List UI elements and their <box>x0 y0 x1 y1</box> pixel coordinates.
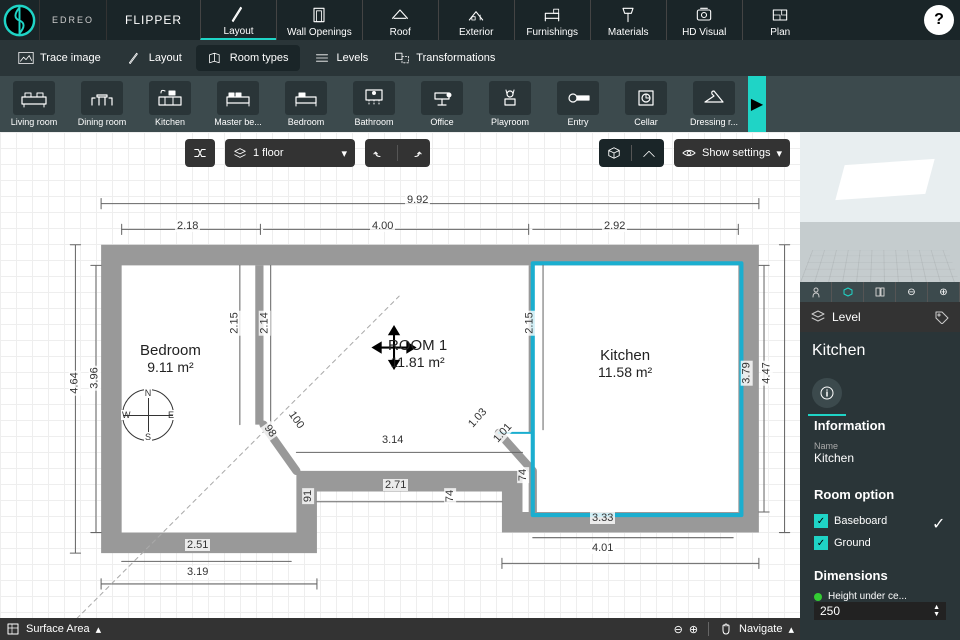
opt-extra-2[interactable] <box>932 536 946 550</box>
redo-icon <box>408 146 422 160</box>
room-label-bedroom: Bedroom 9.11 m² <box>140 342 201 375</box>
opt-baseboard[interactable]: ✓Baseboard <box>814 514 887 528</box>
tab-trace-image[interactable]: Trace image <box>6 45 113 71</box>
undo-redo[interactable] <box>365 139 430 167</box>
preview-3d[interactable] <box>800 132 960 282</box>
roomtype-dressing-room[interactable]: Dressing r... <box>680 76 748 132</box>
nav-hd-visual[interactable]: HD Visual <box>666 0 742 40</box>
info-tab[interactable] <box>812 378 842 408</box>
roomtype-living-room[interactable]: Living room <box>0 76 68 132</box>
eye-icon <box>682 146 696 160</box>
room-label-room1: ROOM 1 11.81 m² <box>388 337 447 370</box>
compass: N S W E <box>122 389 174 441</box>
roomtype-playroom[interactable]: Playroom <box>476 76 544 132</box>
opt-extra-1[interactable]: ✓ <box>932 514 946 528</box>
roomtype-bedroom[interactable]: Bedroom <box>272 76 340 132</box>
show-settings[interactable]: Show settings▾ <box>674 139 790 167</box>
level-icon <box>810 310 826 324</box>
floorplan-canvas[interactable]: 1 floor ▾ Show settings▾ <box>0 132 800 640</box>
room-types-bar: Living room Dining room Kitchen Master b… <box>0 76 960 132</box>
tab-transformations[interactable]: Transformations <box>382 45 507 71</box>
roomtype-bathroom[interactable]: Bathroom <box>340 76 408 132</box>
nav-layout[interactable]: Layout <box>200 0 276 40</box>
help-button[interactable]: ? <box>924 5 954 35</box>
hand-icon[interactable] <box>719 622 733 636</box>
tab-layout[interactable]: Layout <box>115 45 194 71</box>
zoom-in-button[interactable]: ⊕ <box>928 282 960 302</box>
brand-name: EDREO <box>40 0 107 40</box>
tab-room-types[interactable]: Room types <box>196 45 301 71</box>
roomtype-cellar[interactable]: Cellar <box>612 76 680 132</box>
roomtype-entry[interactable]: Entry <box>544 76 612 132</box>
panel-header: Level <box>800 302 960 332</box>
selected-room-name: Kitchen <box>800 332 960 370</box>
nav-materials[interactable]: Materials <box>590 0 666 40</box>
nav-plan[interactable]: Plan <box>742 0 818 40</box>
undo-icon <box>373 146 387 160</box>
shuffle-button[interactable] <box>185 139 215 167</box>
view-tool-3[interactable] <box>864 282 896 302</box>
surface-icon <box>6 622 20 636</box>
surface-area-label[interactable]: Surface Area <box>26 623 90 635</box>
scroll-right-button[interactable]: ▶ <box>748 76 766 132</box>
roomtype-dining-room[interactable]: Dining room <box>68 76 136 132</box>
roomtype-kitchen[interactable]: Kitchen <box>136 76 204 132</box>
logo[interactable] <box>0 0 40 40</box>
tab-levels[interactable]: Levels <box>302 45 380 71</box>
floorplan-svg <box>60 142 800 635</box>
room-name-value[interactable]: Kitchen <box>814 451 946 465</box>
zoom-in-icon[interactable]: ⊕ <box>689 623 698 636</box>
nav-roof[interactable]: Roof <box>362 0 438 40</box>
room-label-kitchen: Kitchen 11.58 m² <box>598 347 652 380</box>
roomtype-master-bedroom[interactable]: Master be... <box>204 76 272 132</box>
roomtype-office[interactable]: Office <box>408 76 476 132</box>
view3d-toggle[interactable] <box>599 139 664 167</box>
nav-wall-openings[interactable]: Wall Openings <box>276 0 362 40</box>
navigate-label[interactable]: Navigate <box>739 623 782 635</box>
zoom-out-icon[interactable]: ⊖ <box>674 623 683 636</box>
nav-exterior[interactable]: Exterior <box>438 0 514 40</box>
view-tool-2[interactable] <box>832 282 864 302</box>
view-tool-1[interactable] <box>800 282 832 302</box>
opt-ground[interactable]: ✓Ground <box>814 536 871 550</box>
nav-furnishings[interactable]: Furnishings <box>514 0 590 40</box>
tag-icon[interactable] <box>934 310 950 324</box>
layers-icon <box>233 146 247 160</box>
height-input[interactable]: 250▲▼ <box>814 602 946 620</box>
floor-select[interactable]: 1 floor ▾ <box>225 139 355 167</box>
project-name: FLIPPER <box>107 0 200 40</box>
zoom-out-button[interactable]: ⊖ <box>896 282 928 302</box>
